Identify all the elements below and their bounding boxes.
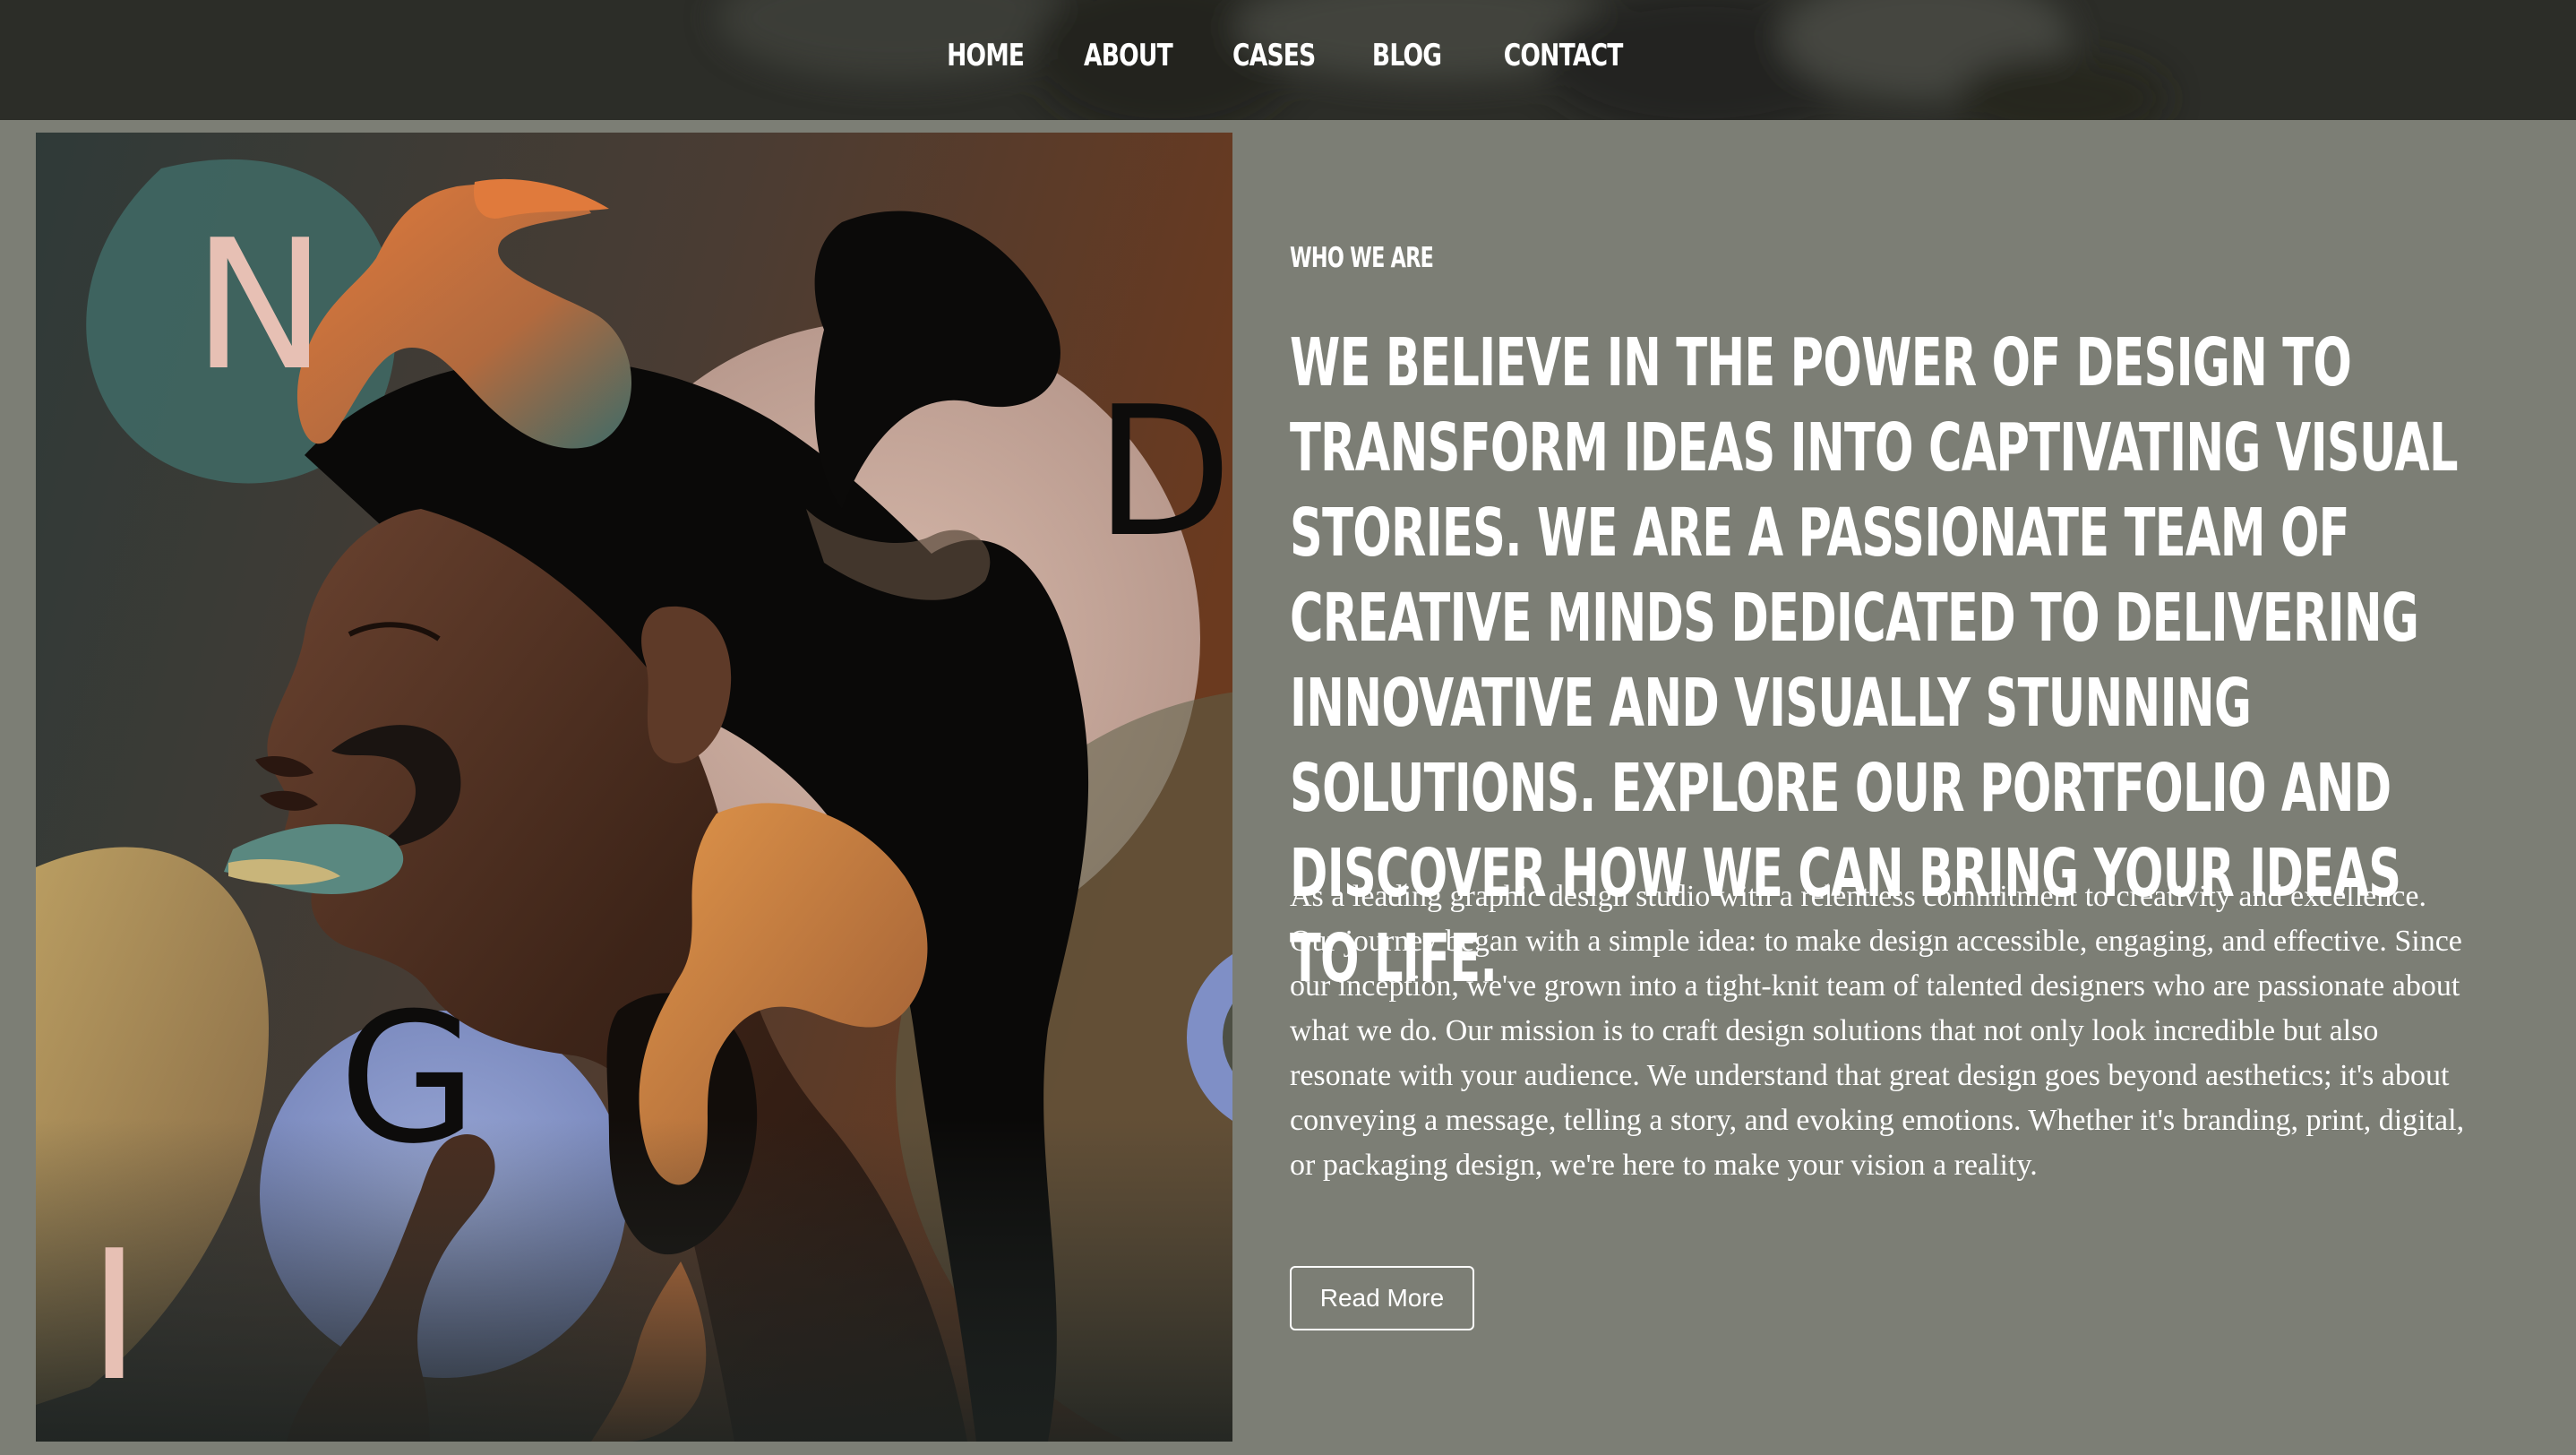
letter-d: D <box>1095 368 1232 577</box>
nav-link-cases[interactable]: CASES <box>1232 32 1316 79</box>
portrait-artwork: N D G I <box>36 133 1232 1442</box>
letter-i: I <box>88 1212 141 1421</box>
top-nav-bar: HOME ABOUT CASES BLOG CONTACT <box>0 0 2576 120</box>
section-eyebrow: WHO WE ARE <box>1290 242 1434 274</box>
read-more-button[interactable]: Read More <box>1290 1266 1474 1330</box>
nav-link-about[interactable]: ABOUT <box>1084 32 1173 79</box>
letter-n: N <box>193 202 327 410</box>
hero-illustration: N D G I <box>36 133 1232 1442</box>
nav-link-contact[interactable]: CONTACT <box>1504 32 1624 79</box>
letter-g: G <box>339 975 477 1184</box>
about-section: WHO WE ARE WE BELIEVE IN THE POWER OF DE… <box>1290 242 2481 1330</box>
main-navigation: HOME ABOUT CASES BLOG CONTACT <box>0 32 2576 79</box>
about-body-text: As a leading graphic design studio with … <box>1290 880 2465 1182</box>
nav-link-home[interactable]: HOME <box>947 32 1025 79</box>
nav-link-blog[interactable]: BLOG <box>1372 32 1442 79</box>
